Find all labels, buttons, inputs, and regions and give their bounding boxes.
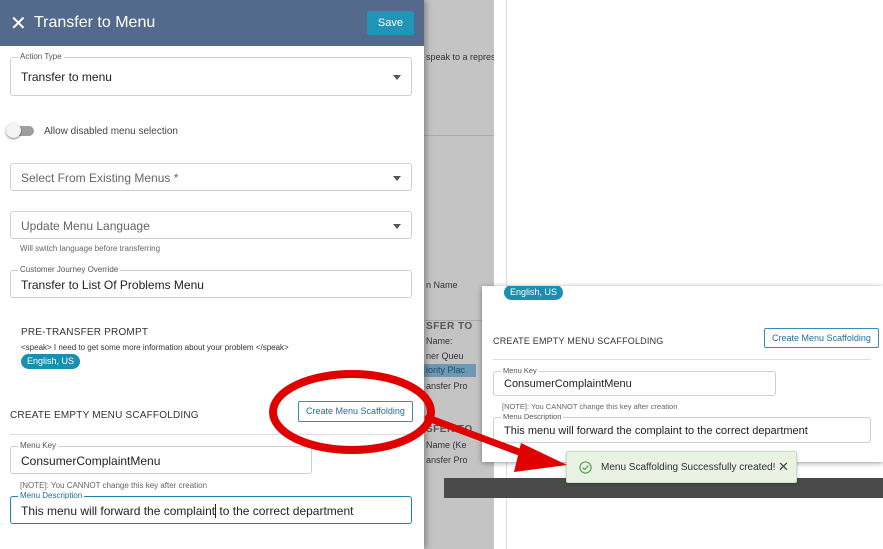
toast-message: Menu Scaffolding Successfully created! (601, 462, 776, 473)
menu-description-label: Menu Description (18, 491, 85, 501)
menu-key-field[interactable]: Menu Key ConsumerComplaintMenu (10, 441, 312, 474)
drawer-title: Transfer to Menu (34, 14, 156, 31)
menu-description-field[interactable]: Menu Description This menu will forward … (493, 412, 871, 443)
menu-description-value: This menu will forward the complaint to … (21, 504, 354, 518)
action-type-value: Transfer to menu (21, 70, 112, 84)
bg-text: ner Queu (426, 351, 464, 361)
bg-text: SFER TO (426, 424, 473, 435)
action-type-select[interactable]: Action Type Transfer to menu (10, 52, 412, 96)
check-circle-icon (579, 461, 592, 474)
create-scaffolding-button[interactable]: Create Menu Scaffolding (764, 328, 879, 348)
bg-text: Name (Ke (426, 440, 467, 450)
drawer-header: ✕ Transfer to Menu Save (0, 0, 424, 46)
bg-text: speak to a repres (426, 52, 494, 62)
menu-key-field[interactable]: Menu Key ConsumerComplaintMenu (493, 366, 776, 396)
scaffolding-title: CREATE EMPTY MENU SCAFFOLDING (10, 410, 199, 421)
bg-text: SFER TO (426, 321, 473, 332)
transfer-menu-drawer: ✕ Transfer to Menu Save Action Type Tran… (0, 0, 424, 549)
success-toast: Menu Scaffolding Successfully created! ✕ (566, 451, 797, 483)
menu-key-note: [NOTE]: You CANNOT change this key after… (20, 481, 208, 490)
language-chip: English, US (504, 286, 564, 300)
bg-text: ansfer Pro (426, 381, 468, 391)
menu-key-label: Menu Key (18, 441, 59, 451)
bg-text: n Name (426, 280, 458, 290)
journey-override-field[interactable]: Customer Journey Override Transfer to Li… (10, 265, 412, 298)
menu-key-label: Menu Key (501, 366, 539, 376)
divider (493, 359, 871, 360)
journey-override-label: Customer Journey Override (18, 265, 121, 275)
close-icon[interactable]: ✕ (778, 459, 789, 475)
pre-transfer-text: <speak> I need to get some more informat… (21, 343, 289, 352)
chevron-down-icon (393, 75, 401, 80)
allow-disabled-toggle[interactable] (6, 123, 34, 138)
chevron-down-icon (393, 176, 401, 181)
bg-text: iority Plac (424, 364, 476, 377)
scaffolding-panel: English, US CREATE EMPTY MENU SCAFFOLDIN… (482, 286, 883, 462)
chevron-down-icon (393, 224, 401, 229)
action-type-label: Action Type (18, 52, 64, 62)
language-chip: English, US (21, 354, 81, 369)
menu-key-value: ConsumerComplaintMenu (504, 378, 632, 390)
menu-language-placeholder: Update Menu Language (21, 219, 150, 233)
menu-key-note: [NOTE]: You CANNOT change this key after… (502, 402, 678, 411)
allow-disabled-label: Allow disabled menu selection (44, 126, 178, 137)
create-scaffolding-button[interactable]: Create Menu Scaffolding (298, 401, 413, 422)
existing-menus-select[interactable]: Select From Existing Menus * (10, 163, 412, 191)
menu-description-label: Menu Description (501, 412, 564, 422)
bg-text: ansfer Pro (426, 455, 468, 465)
divider (10, 434, 412, 435)
menu-language-select[interactable]: Update Menu Language (10, 211, 412, 239)
background-panel: speak to a repres n Name SFER TO Name: n… (424, 0, 494, 549)
journey-override-value: Transfer to List Of Problems Menu (21, 278, 204, 292)
scaffolding-title: CREATE EMPTY MENU SCAFFOLDING (493, 336, 664, 346)
pre-transfer-title: PRE-TRANSFER PROMPT (21, 327, 149, 338)
menu-language-helper: Will switch language before transferring (20, 244, 161, 253)
close-icon[interactable]: ✕ (10, 11, 32, 36)
menu-key-value: ConsumerComplaintMenu (21, 454, 161, 468)
bg-text: Name: (426, 336, 453, 346)
menu-description-field[interactable]: Menu Description This menu will forward … (10, 491, 412, 524)
menu-description-value: This menu will forward the complaint to … (504, 425, 808, 437)
save-button[interactable]: Save (366, 11, 414, 35)
existing-menus-placeholder: Select From Existing Menus * (21, 171, 179, 185)
